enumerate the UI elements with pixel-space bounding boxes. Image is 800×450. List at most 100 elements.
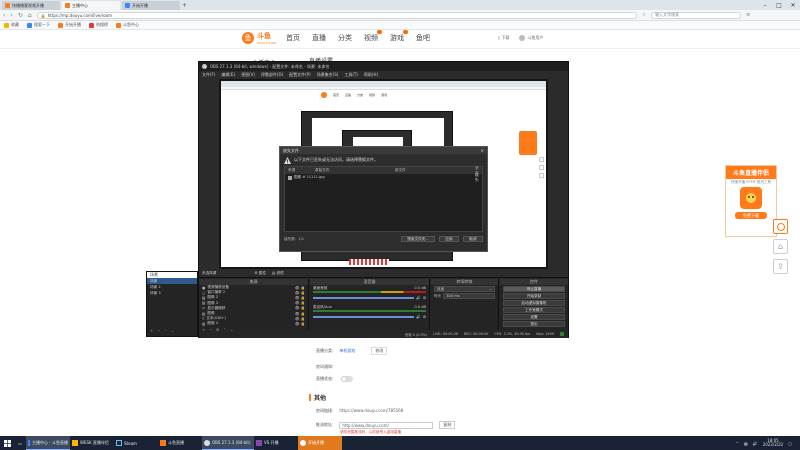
taskbar-item[interactable]: 开始开播 xyxy=(298,436,342,450)
promo-title: 斗鱼直播伴侣 xyxy=(726,166,776,179)
status-toggle[interactable] xyxy=(341,376,354,382)
volume-slider[interactable] xyxy=(313,297,415,299)
browser-tab[interactable]: 开始开播 xyxy=(122,1,180,10)
reload-icon[interactable]: ↻ xyxy=(18,12,23,19)
row-source: 图像 # 11111.jpg xyxy=(294,175,325,179)
task-view-button[interactable]: ▭ xyxy=(14,436,26,450)
cancel-button[interactable]: 取消 xyxy=(463,236,483,242)
start-button[interactable] xyxy=(0,436,14,450)
menu-profile[interactable]: 配置文件(P) xyxy=(289,72,311,78)
filters-button[interactable]: ▤ 滤镜 xyxy=(272,271,284,276)
duration-input[interactable]: 300 ms xyxy=(443,293,495,299)
gear-icon[interactable]: ⚙ xyxy=(423,315,426,319)
taskbar-item[interactable]: 斗鱼直播 xyxy=(158,436,202,450)
forward-icon[interactable]: › xyxy=(10,12,12,19)
menu-view[interactable]: 视图(V) xyxy=(241,72,255,78)
taskbar-item[interactable]: Steam xyxy=(114,436,158,450)
bookmark-item[interactable]: 斗鱼中心 xyxy=(116,22,139,28)
apply-button[interactable]: 应用 xyxy=(439,236,459,242)
site-logo[interactable]: 鱼 斗鱼 DOUYU.COM xyxy=(242,31,276,45)
new-tab-button[interactable]: + xyxy=(182,2,190,10)
copy-button[interactable]: 复制 xyxy=(439,421,456,429)
up-icon[interactable]: ⌃ xyxy=(164,329,167,333)
star-icon[interactable]: ☆ xyxy=(642,12,646,18)
virtual-camera-button[interactable]: 启动虚拟摄像机 xyxy=(503,300,565,306)
back-icon[interactable]: ‹ xyxy=(3,12,5,19)
nav-home[interactable]: 首页 xyxy=(286,33,300,43)
bookmark-item[interactable]: 开始开播 xyxy=(58,22,81,28)
notification-icon[interactable]: ▢ xyxy=(788,441,792,446)
exit-button[interactable]: 退出 xyxy=(503,321,565,327)
speaker-icon[interactable]: 🔊 xyxy=(416,296,420,300)
menu-help[interactable]: 帮助(H) xyxy=(364,72,378,78)
down-icon[interactable]: ⌄ xyxy=(171,329,174,333)
category-value[interactable]: 单机游戏 xyxy=(339,348,355,354)
volume-slider[interactable] xyxy=(313,316,415,318)
scene-item[interactable]: 场景 3 xyxy=(147,290,197,296)
stop-streaming-button[interactable]: 停止直播 xyxy=(503,286,565,292)
add-icon[interactable]: + xyxy=(150,329,153,333)
taskbar-item[interactable]: OBS 27.1.3 (64-bit) xyxy=(202,436,254,450)
maximize-icon[interactable]: □ xyxy=(772,0,786,10)
sources-dock: 来源 ▣ 视频捕获设备 👁 🔒 ▢ 窗口捕获 2 👁 🔒 ▨ 图像 2 👁 🔒 ▨ 图像 3 👁… xyxy=(199,279,309,332)
preview-side-button xyxy=(539,157,544,162)
network-icon[interactable]: ▦ xyxy=(744,441,748,446)
download-link[interactable]: ▯ 下载 xyxy=(498,35,509,41)
windows-icon xyxy=(3,439,11,447)
live-float-button[interactable] xyxy=(773,219,788,234)
gear-icon[interactable]: ⚙ xyxy=(423,296,426,300)
promo-download-button[interactable]: 免费下载 xyxy=(735,212,767,219)
promo-card[interactable]: 斗鱼直播伴侣 快速开播 RTMP 推流工具 免费下载 xyxy=(725,165,777,237)
settings-button[interactable]: 设置 xyxy=(503,314,565,320)
room-link-value[interactable]: https://www.douyu.com/785568 xyxy=(339,408,403,414)
nav-video[interactable]: 视频 xyxy=(364,30,382,43)
studio-mode-button[interactable]: 工作室模式 xyxy=(503,307,565,313)
nav-live[interactable]: 直播 xyxy=(312,33,326,43)
app-icon xyxy=(72,440,78,446)
start-recording-button[interactable]: 开始录制 xyxy=(503,293,565,299)
user-menu[interactable]: 斗鱼用户 xyxy=(519,35,543,41)
nav-game[interactable]: 游戏 xyxy=(390,30,408,43)
nav-category[interactable]: 分类 xyxy=(338,33,352,43)
menu-tools[interactable]: 工具(T) xyxy=(344,72,358,78)
properties-button[interactable]: ⚙ 属性 xyxy=(254,271,266,276)
nav-yuba[interactable]: 鱼吧 xyxy=(416,33,430,43)
search-folder-button[interactable]: 搜索文件夹... xyxy=(401,236,435,242)
bookmark-item[interactable]: 热搜榜 xyxy=(89,22,108,28)
dialog-close-icon[interactable]: ✕ xyxy=(481,148,484,153)
browser-tab-active[interactable]: 主播中心 xyxy=(62,1,120,10)
taskbar-item[interactable]: 主播中心 - 斗鱼直播 xyxy=(26,436,70,450)
category-edit-button[interactable]: 修改 xyxy=(371,347,388,355)
obs-title: OBS 27.1.3 (64-bit, windows) - 配置文件: 未命名… xyxy=(210,63,330,69)
remove-icon[interactable]: − xyxy=(157,329,160,333)
menu-docks[interactable]: 停靠部件(D) xyxy=(261,72,283,78)
tab-favicon-icon xyxy=(65,3,70,8)
browser-search-input[interactable]: 输入文字搜索 xyxy=(651,11,742,19)
volume-icon[interactable]: 🔊 xyxy=(753,441,758,446)
tray-up-icon[interactable]: ⌃ xyxy=(736,441,739,446)
home-float-button[interactable]: ⌂ xyxy=(773,239,788,254)
transition-select[interactable]: 淡出 ⌄ xyxy=(434,286,495,292)
audio-meter xyxy=(313,291,426,293)
menu-scene-collection[interactable]: 场景集合(S) xyxy=(317,72,339,78)
share-float-button[interactable]: ⇪ xyxy=(773,259,788,274)
menu-edit[interactable]: 编辑(E) xyxy=(221,72,235,78)
no-source-label: 未选择源 xyxy=(202,271,217,275)
home-icon[interactable]: ⌂ xyxy=(28,12,32,19)
taskbar-item[interactable]: VS 开播 xyxy=(254,436,298,450)
scene-toolbar: + − ⌃ ⌄ xyxy=(147,328,177,334)
bookmark-item[interactable]: 收藏 xyxy=(4,22,19,28)
browser-tab[interactable]: 快播播客视频开播 xyxy=(2,1,60,10)
close-icon[interactable]: ✕ xyxy=(786,0,800,10)
taskbar-item[interactable]: WESK 直播伴侣 xyxy=(70,436,114,450)
minimize-icon[interactable]: – xyxy=(758,0,772,10)
menu-file[interactable]: 文件(F) xyxy=(202,72,215,78)
push-url-input[interactable]: http://www.douyu.com/ xyxy=(339,421,434,429)
taskbar-label: Steam xyxy=(124,440,137,446)
table-row[interactable]: 图像 # 11111.jpg 缺失 xyxy=(285,173,482,182)
clock[interactable]: 18:05 2022/2/22 xyxy=(763,438,784,448)
speaker-icon[interactable]: 🔊 xyxy=(416,315,420,319)
url-input[interactable]: 🔒 https://mp.douyu.com/live/room xyxy=(36,11,637,19)
bookmark-item[interactable]: 搜索一下 xyxy=(27,22,50,28)
menu-icon[interactable]: ≡ xyxy=(746,12,750,18)
